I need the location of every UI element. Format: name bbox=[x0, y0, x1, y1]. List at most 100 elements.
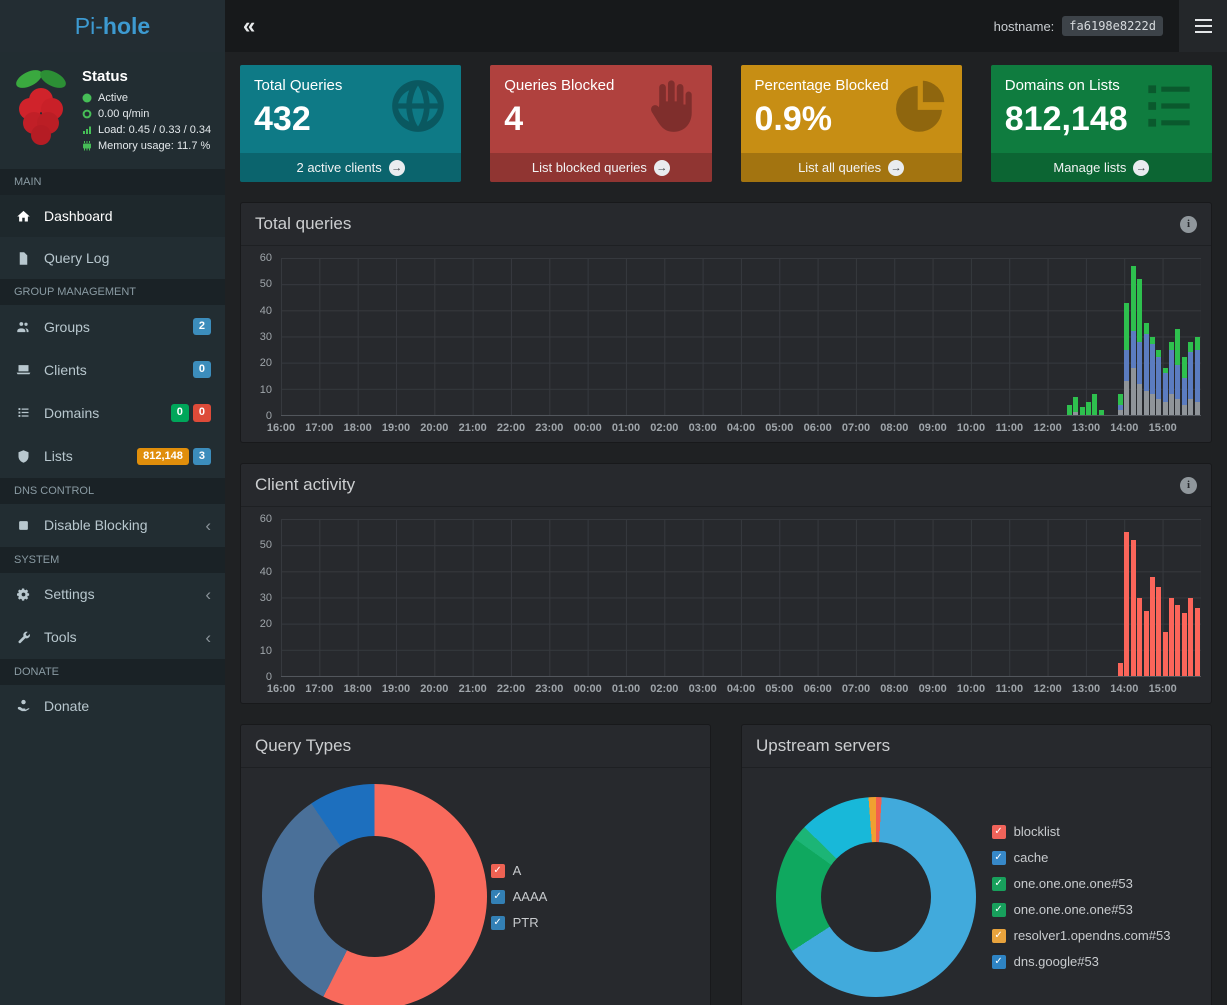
x-axis-tick: 11:00 bbox=[996, 422, 1024, 434]
menu-toggle-button[interactable] bbox=[1179, 0, 1227, 52]
sidebar-item-clients[interactable]: Clients0 bbox=[0, 348, 225, 391]
legend-item-one-one-one-one-53[interactable]: one.one.one.one#53 bbox=[992, 902, 1193, 917]
chart-bar[interactable] bbox=[1163, 258, 1168, 415]
chart-bar[interactable] bbox=[1188, 258, 1193, 415]
legend-item-one-one-one-one-53[interactable]: one.one.one.one#53 bbox=[992, 876, 1193, 891]
legend-item-dns-google-53[interactable]: dns.google#53 bbox=[992, 954, 1193, 969]
chart-bar[interactable] bbox=[1067, 258, 1072, 415]
panel-title: Total queries bbox=[255, 214, 351, 234]
chart-bar[interactable] bbox=[1175, 258, 1180, 415]
bar-segment-permitted bbox=[1073, 397, 1078, 413]
chart-bar[interactable] bbox=[1131, 258, 1136, 415]
bar-segment-cached bbox=[1124, 381, 1129, 415]
x-axis-tick: 01:00 bbox=[612, 683, 640, 695]
chart-bar[interactable] bbox=[1163, 519, 1168, 676]
query-types-chart: AAAAAPTR bbox=[241, 768, 710, 1005]
sidebar-item-disable-blocking[interactable]: Disable Blocking bbox=[0, 504, 225, 547]
sidebar-item-label: Tools bbox=[44, 629, 77, 645]
bar-segment-cached bbox=[1169, 394, 1174, 415]
sidebar-item-domains[interactable]: Domains00 bbox=[0, 391, 225, 434]
chart-bar[interactable] bbox=[1124, 519, 1129, 676]
status-label: Active bbox=[98, 92, 128, 104]
chart-bar[interactable] bbox=[1150, 258, 1155, 415]
sidebar-item-groups[interactable]: Groups2 bbox=[0, 305, 225, 348]
legend-checkbox-icon bbox=[992, 929, 1006, 943]
legend-item-a[interactable]: A bbox=[491, 863, 692, 878]
x-axis-tick: 18:00 bbox=[344, 683, 372, 695]
card-footer-link[interactable]: List blocked queries bbox=[490, 153, 711, 182]
legend-item-ptr[interactable]: PTR bbox=[491, 915, 692, 930]
chart-bar[interactable] bbox=[1175, 519, 1180, 676]
sidebar-item-label: Lists bbox=[44, 448, 73, 464]
panel-header: Total queries bbox=[241, 203, 1211, 246]
chart-bar[interactable] bbox=[1188, 519, 1193, 676]
wrench-icon bbox=[14, 630, 32, 645]
legend-checkbox-icon bbox=[992, 903, 1006, 917]
chart-bar[interactable] bbox=[1182, 258, 1187, 415]
status-item: 0.00 q/min bbox=[82, 108, 211, 120]
sidebar-collapse-button[interactable]: « bbox=[225, 13, 271, 39]
legend-checkbox-icon bbox=[992, 851, 1006, 865]
donut-area bbox=[760, 797, 992, 997]
panel-title: Upstream servers bbox=[756, 736, 890, 756]
sidebar-item-dashboard[interactable]: Dashboard bbox=[0, 195, 225, 237]
x-axis-tick: 03:00 bbox=[689, 422, 717, 434]
x-axis-tick: 14:00 bbox=[1110, 683, 1138, 695]
chart-bar[interactable] bbox=[1195, 519, 1200, 676]
chart-bar[interactable] bbox=[1073, 258, 1078, 415]
chart-bar[interactable] bbox=[1137, 258, 1142, 415]
sidebar-item-settings[interactable]: Settings bbox=[0, 573, 225, 616]
legend-item-aaaa[interactable]: AAAA bbox=[491, 889, 692, 904]
chart-bar[interactable] bbox=[1080, 258, 1085, 415]
legend-label: PTR bbox=[513, 915, 539, 930]
x-axis-tick: 22:00 bbox=[497, 422, 525, 434]
chart-bar[interactable] bbox=[1169, 258, 1174, 415]
bar-segment-cached bbox=[1163, 402, 1168, 415]
info-icon[interactable] bbox=[1180, 216, 1197, 233]
badge-group: 0 bbox=[193, 361, 211, 378]
chart-bar[interactable] bbox=[1169, 519, 1174, 676]
x-axis-tick: 09:00 bbox=[919, 683, 947, 695]
chart-bar[interactable] bbox=[1156, 519, 1161, 676]
chart-bar[interactable] bbox=[1144, 519, 1149, 676]
chart-bar[interactable] bbox=[1092, 258, 1097, 415]
legend-item-resolver1-opendns-com-53[interactable]: resolver1.opendns.com#53 bbox=[992, 928, 1193, 943]
sidebar-item-label: Domains bbox=[44, 405, 99, 421]
legend-checkbox-icon bbox=[491, 890, 505, 904]
chart-bar[interactable] bbox=[1137, 519, 1142, 676]
info-icon[interactable] bbox=[1180, 477, 1197, 494]
status-badge: 0 bbox=[193, 361, 211, 378]
laptop-icon bbox=[14, 362, 32, 377]
x-axis-tick: 14:00 bbox=[1110, 422, 1138, 434]
chart-bar[interactable] bbox=[1124, 258, 1129, 415]
panel-title: Client activity bbox=[255, 475, 355, 495]
sidebar-item-donate[interactable]: Donate bbox=[0, 685, 225, 727]
x-axis-tick: 07:00 bbox=[842, 683, 870, 695]
chart-bar[interactable] bbox=[1131, 519, 1136, 676]
legend-item-cache[interactable]: cache bbox=[992, 850, 1193, 865]
sidebar-item-tools[interactable]: Tools bbox=[0, 616, 225, 659]
app-logo[interactable]: Pi-hole bbox=[0, 0, 225, 52]
bar-segment-forwarded bbox=[1169, 350, 1174, 394]
chart-bar[interactable] bbox=[1118, 258, 1123, 415]
chart-bar[interactable] bbox=[1086, 258, 1091, 415]
card-footer-link[interactable]: Manage lists bbox=[991, 153, 1212, 182]
status-item: Active bbox=[82, 92, 211, 104]
upstream-servers-legend: blocklist cache one.one.one.one#53 one.one.… bbox=[992, 824, 1193, 969]
chart-bar[interactable] bbox=[1118, 519, 1123, 676]
legend-item-blocklist[interactable]: blocklist bbox=[992, 824, 1193, 839]
card-footer-link[interactable]: List all queries bbox=[741, 153, 962, 182]
donut-hole bbox=[821, 842, 931, 952]
card-footer-link[interactable]: 2 active clients bbox=[240, 153, 461, 182]
chart-bar[interactable] bbox=[1156, 258, 1161, 415]
navbar-main: « hostname: fa6198e8222d bbox=[225, 0, 1227, 52]
chart-bar[interactable] bbox=[1099, 258, 1104, 415]
hostname-label: hostname: bbox=[994, 19, 1055, 34]
sidebar-item-lists[interactable]: Lists812,1483 bbox=[0, 435, 225, 478]
chart-bar[interactable] bbox=[1195, 258, 1200, 415]
chart-bar[interactable] bbox=[1182, 519, 1187, 676]
sidebar-item-query-log[interactable]: Query Log bbox=[0, 237, 225, 279]
chart-bar[interactable] bbox=[1150, 519, 1155, 676]
chart-bar[interactable] bbox=[1144, 258, 1149, 415]
bar-segment-cached bbox=[1118, 410, 1123, 415]
